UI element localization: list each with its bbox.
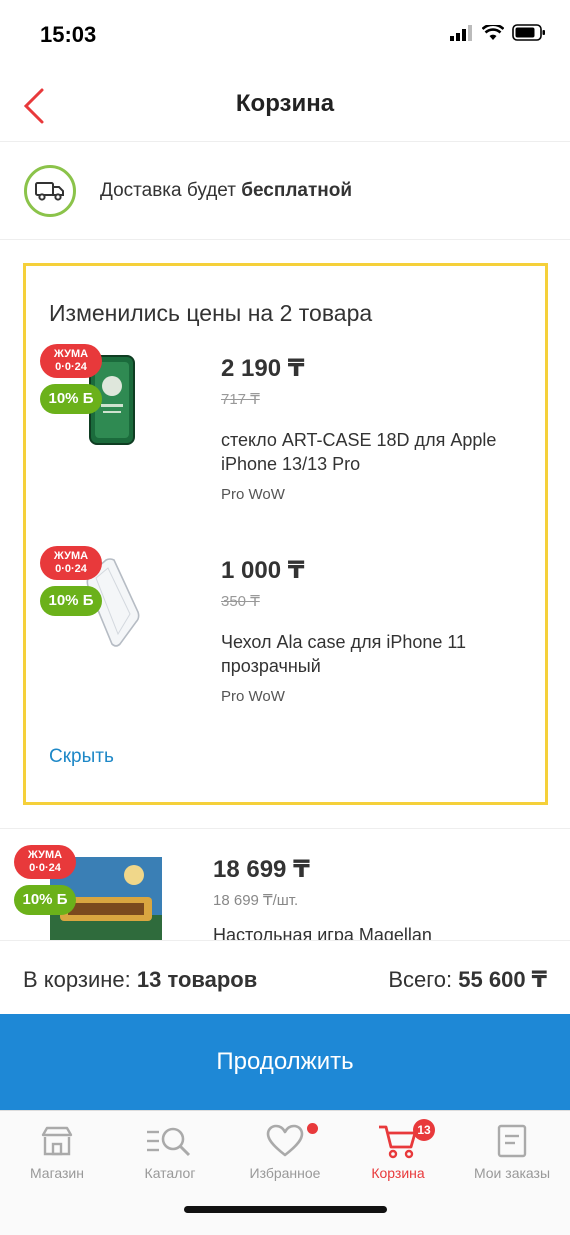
status-time: 15:03 bbox=[40, 22, 97, 47]
tab-label: Магазин bbox=[29, 1165, 84, 1181]
price-changed-title: Изменились цены на 2 товара bbox=[49, 300, 373, 326]
bonus-badge: 10% Б bbox=[40, 384, 102, 414]
product-thumbnail: ЖУМА 0·0·24 10% Б bbox=[40, 546, 190, 656]
juma-badge: ЖУМА 0·0·24 bbox=[40, 546, 102, 580]
delivery-banner: Доставка будет бесплатной bbox=[0, 142, 570, 240]
heart-icon bbox=[230, 1121, 340, 1161]
juma-badge-title: ЖУМА bbox=[27, 849, 63, 861]
tab-catalog[interactable]: Каталог bbox=[115, 1121, 225, 1181]
items-count-label: В корзине: bbox=[23, 967, 137, 992]
tab-cart[interactable]: 13 Корзина bbox=[343, 1119, 453, 1181]
tab-label: Корзина bbox=[371, 1165, 425, 1181]
status-icons bbox=[450, 24, 546, 41]
tab-bar: Магазин Каталог Избранное 13 Корзина Мои… bbox=[0, 1110, 570, 1235]
juma-badge-code: 0·0·24 bbox=[29, 862, 61, 874]
item-price: 1 000 ₸ bbox=[221, 557, 305, 584]
delivery-text: Доставка будет бесплатной bbox=[100, 180, 352, 202]
bonus-badge: 10% Б bbox=[40, 586, 102, 616]
tab-orders[interactable]: Мои заказы bbox=[457, 1121, 567, 1181]
tab-label: Каталог bbox=[144, 1165, 196, 1181]
notification-dot bbox=[307, 1123, 318, 1134]
truck-icon bbox=[24, 165, 76, 217]
status-bar: 15:03 bbox=[0, 0, 570, 68]
catalog-search-icon bbox=[115, 1121, 225, 1161]
cart-item-price: 18 699 ₸ bbox=[213, 856, 310, 883]
item-price: 2 190 ₸ bbox=[221, 355, 305, 382]
juma-badge-title: ЖУМА bbox=[53, 348, 89, 360]
delivery-text-label: Доставка будет bbox=[100, 180, 242, 201]
item-seller: Pro WoW bbox=[221, 688, 285, 705]
continue-button[interactable]: Продолжить bbox=[0, 1014, 570, 1110]
juma-badge: ЖУМА 0·0·24 bbox=[40, 344, 102, 378]
item-seller: Pro WoW bbox=[221, 486, 285, 503]
juma-badge-code: 0·0·24 bbox=[55, 563, 87, 575]
bonus-badge: 10% Б bbox=[14, 885, 76, 915]
cart-totals: В корзине: 13 товаров Всего: 55 600 ₸ bbox=[0, 940, 570, 1014]
tab-favorites[interactable]: Избранное bbox=[230, 1121, 340, 1181]
header: Корзина bbox=[0, 68, 570, 142]
store-icon bbox=[2, 1121, 112, 1161]
cart-item[interactable]: ЖУМА 0·0·24 10% Б 18 699 ₸ 18 699 ₸/шт. … bbox=[0, 828, 570, 940]
item-old-price: 717 ₸ bbox=[221, 391, 260, 408]
cart-icon: 13 bbox=[343, 1119, 453, 1161]
cart-count-badge: 13 bbox=[413, 1119, 435, 1141]
page-title: Корзина bbox=[235, 90, 335, 117]
product-thumbnail: ЖУМА 0·0·24 10% Б bbox=[14, 845, 164, 940]
juma-badge: ЖУМА 0·0·24 bbox=[14, 845, 76, 879]
total-sum: Всего: 55 600 ₸ bbox=[388, 967, 547, 993]
tab-label: Избранное bbox=[249, 1165, 321, 1181]
orders-icon bbox=[457, 1121, 567, 1161]
signal-icon bbox=[450, 24, 472, 41]
items-count: В корзине: 13 товаров bbox=[23, 967, 257, 993]
cart-item-unit-price: 18 699 ₸/шт. bbox=[213, 892, 299, 909]
tab-label: Мои заказы bbox=[473, 1165, 551, 1181]
home-indicator bbox=[184, 1206, 387, 1213]
items-count-value: 13 товаров bbox=[136, 967, 258, 992]
changed-item[interactable]: ЖУМА 0·0·24 10% Б 1 000 ₸ 350 ₸ Чехол Al… bbox=[26, 546, 546, 726]
item-name: Чехол Ala case для iPhone 11 прозрачный bbox=[221, 632, 467, 676]
delivery-text-bold: бесплатной bbox=[241, 180, 353, 201]
cart-item-name: Настольная игра Magellan bbox=[213, 925, 432, 940]
total-sum-label: Всего: bbox=[388, 967, 459, 992]
product-thumbnail: ЖУМА 0·0·24 10% Б bbox=[40, 344, 190, 454]
item-name: стекло ART-CASE 18D для Apple iPhone 13/… bbox=[221, 430, 497, 474]
juma-badge-code: 0·0·24 bbox=[55, 361, 87, 373]
hide-link[interactable]: Скрыть bbox=[49, 746, 114, 768]
changed-item[interactable]: ЖУМА 0·0·24 10% Б 2 190 ₸ 717 ₸ стекло A… bbox=[26, 344, 546, 524]
juma-badge-title: ЖУМА bbox=[53, 550, 89, 562]
tab-store[interactable]: Магазин bbox=[2, 1121, 112, 1181]
total-sum-value: 55 600 ₸ bbox=[458, 967, 547, 992]
price-changed-card: Изменились цены на 2 товара ЖУМА 0·0·24 … bbox=[23, 263, 548, 805]
item-old-price: 350 ₸ bbox=[221, 593, 260, 610]
wifi-icon bbox=[482, 24, 504, 40]
battery-icon bbox=[512, 24, 545, 41]
